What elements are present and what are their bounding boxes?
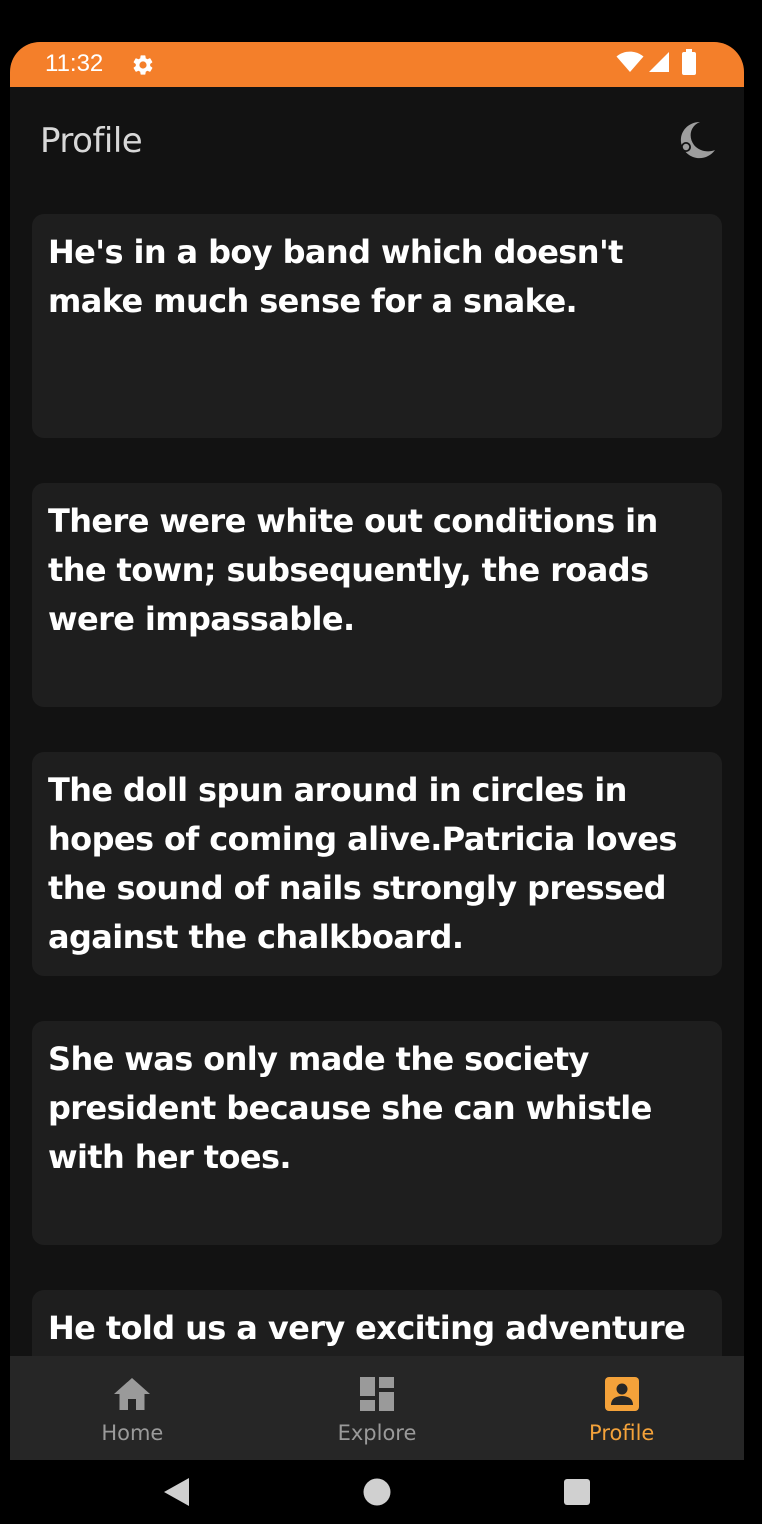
post-card-text: He's in a boy band which doesn't make mu…: [48, 233, 623, 320]
system-navigation-bar: [0, 1460, 762, 1524]
cell-signal-icon: [648, 50, 670, 78]
post-card[interactable]: There were white out conditions in the t…: [32, 483, 722, 707]
device-frame: 11:32 Profile He's in a boy band which d…: [0, 0, 762, 1524]
status-icons: [616, 49, 696, 79]
bottom-navigation: Home Explore Profile: [10, 1356, 744, 1460]
wifi-icon: [616, 50, 644, 78]
post-card[interactable]: He's in a boy band which doesn't make mu…: [32, 214, 722, 438]
post-card[interactable]: She was only made the society president …: [32, 1021, 722, 1245]
app-header: Profile: [10, 87, 744, 197]
post-card-text: He told us a very exciting adventure: [48, 1309, 686, 1347]
battery-icon: [682, 49, 696, 79]
nav-label-home: Home: [101, 1421, 164, 1445]
post-card[interactable]: He told us a very exciting adventure: [32, 1290, 722, 1356]
home-icon: [112, 1374, 152, 1414]
recents-square-icon[interactable]: [559, 1474, 595, 1510]
page-title: Profile: [40, 121, 143, 161]
app-screen: 11:32 Profile He's in a boy band which d…: [10, 42, 744, 1460]
nav-item-explore[interactable]: Explore: [255, 1356, 500, 1460]
post-card-text: There were white out conditions in the t…: [48, 502, 658, 638]
profile-feed[interactable]: He's in a boy band which doesn't make mu…: [10, 197, 744, 1356]
status-time: 11:32: [45, 50, 104, 77]
post-card-text: The doll spun around in circles in hopes…: [48, 771, 677, 956]
account-box-icon: [602, 1374, 642, 1414]
nav-label-profile: Profile: [589, 1421, 655, 1445]
home-circle-icon[interactable]: [359, 1474, 395, 1510]
status-bar: 11:32: [10, 42, 744, 87]
nav-item-home[interactable]: Home: [10, 1356, 255, 1460]
back-triangle-icon[interactable]: [158, 1474, 194, 1510]
nav-item-profile[interactable]: Profile: [499, 1356, 744, 1460]
dashboard-icon: [357, 1374, 397, 1414]
settings-gear-icon: [131, 53, 155, 77]
nav-label-explore: Explore: [337, 1421, 417, 1445]
post-card-text: She was only made the society president …: [48, 1040, 652, 1176]
moon-icon: [677, 120, 717, 164]
post-card[interactable]: The doll spun around in circles in hopes…: [32, 752, 722, 976]
theme-toggle-button[interactable]: [674, 119, 720, 165]
